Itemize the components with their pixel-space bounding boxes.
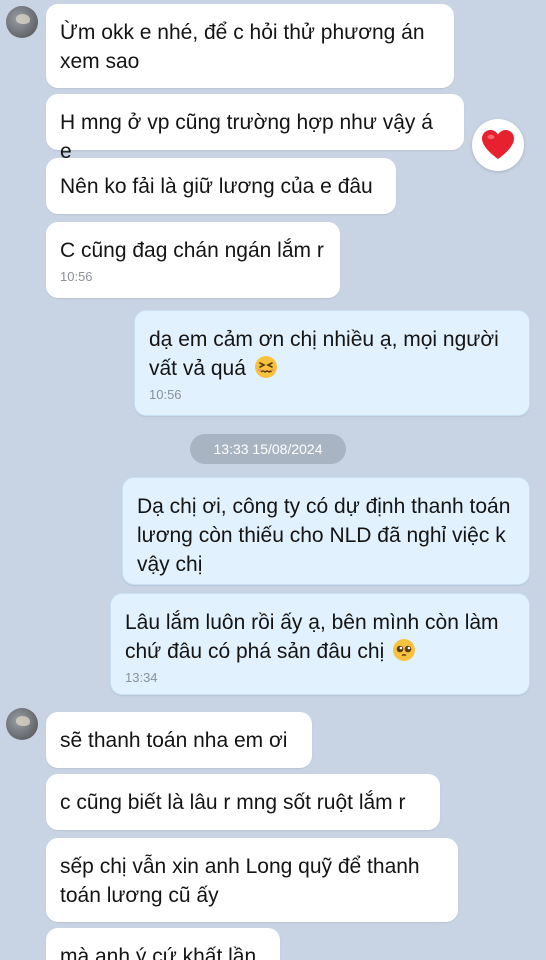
message-bubble[interactable]: Nên ko fải là giữ lương của e đâu	[46, 158, 396, 214]
message-text: Ừm okk e nhé, để c hỏi thử phương án xem…	[60, 21, 425, 73]
message-bubble[interactable]: c cũng biết là lâu r mng sốt ruột lắm r	[46, 774, 440, 830]
message-bubble-own[interactable]: Lâu lắm luôn rồi ấy ạ, bên mình còn làm …	[110, 593, 530, 695]
message-bubble[interactable]: H mng ở vp cũng trường hợp như vậy á e	[46, 94, 464, 163]
heart-reaction[interactable]	[472, 119, 524, 171]
message-bubble-own[interactable]: dạ em cảm ơn chị nhiều ạ, mọi người vất …	[134, 310, 530, 416]
message-timestamp: 13:34	[125, 670, 158, 685]
persevering-face-icon	[254, 356, 277, 378]
message-text: C cũng đag chán ngán lắm r	[60, 239, 324, 262]
message-text: dạ em cảm ơn chị nhiều ạ, mọi người vất …	[149, 328, 499, 380]
message-bubble[interactable]: sếp chị vẫn xin anh Long quỹ để thanh to…	[46, 838, 458, 922]
contact-avatar[interactable]	[6, 708, 38, 740]
contact-avatar[interactable]	[6, 6, 38, 38]
message-text: Dạ chị ơi, công ty có dự định thanh toán…	[137, 495, 511, 576]
message-timestamp: 10:56	[60, 269, 93, 284]
message-text: H mng ở vp cũng trường hợp như vậy á e	[60, 111, 433, 163]
message-text: sẽ thanh toán nha em ơi	[60, 729, 288, 752]
message-bubble[interactable]: mà anh ý cứ khất lần	[46, 928, 280, 960]
message-bubble[interactable]: Ừm okk e nhé, để c hỏi thử phương án xem…	[46, 4, 454, 88]
message-text: sếp chị vẫn xin anh Long quỹ để thanh to…	[60, 855, 420, 907]
pleading-face-icon	[393, 639, 416, 661]
message-timestamp: 10:56	[149, 387, 182, 402]
message-bubble-own[interactable]: Dạ chị ơi, công ty có dự định thanh toán…	[122, 477, 530, 585]
message-text: Lâu lắm luôn rồi ấy ạ, bên mình còn làm …	[125, 611, 499, 663]
message-bubble[interactable]: C cũng đag chán ngán lắm r 10:56	[46, 222, 340, 298]
message-text: Nên ko fải là giữ lương của e đâu	[60, 175, 373, 198]
date-separator: 13:33 15/08/2024	[190, 434, 346, 464]
heart-icon	[482, 130, 514, 159]
message-text: mà anh ý cứ khất lần	[60, 945, 257, 960]
message-bubble[interactable]: sẽ thanh toán nha em ơi	[46, 712, 312, 768]
message-text: c cũng biết là lâu r mng sốt ruột lắm r	[60, 791, 406, 814]
chat-thread[interactable]: Ừm okk e nhé, để c hỏi thử phương án xem…	[0, 0, 546, 960]
